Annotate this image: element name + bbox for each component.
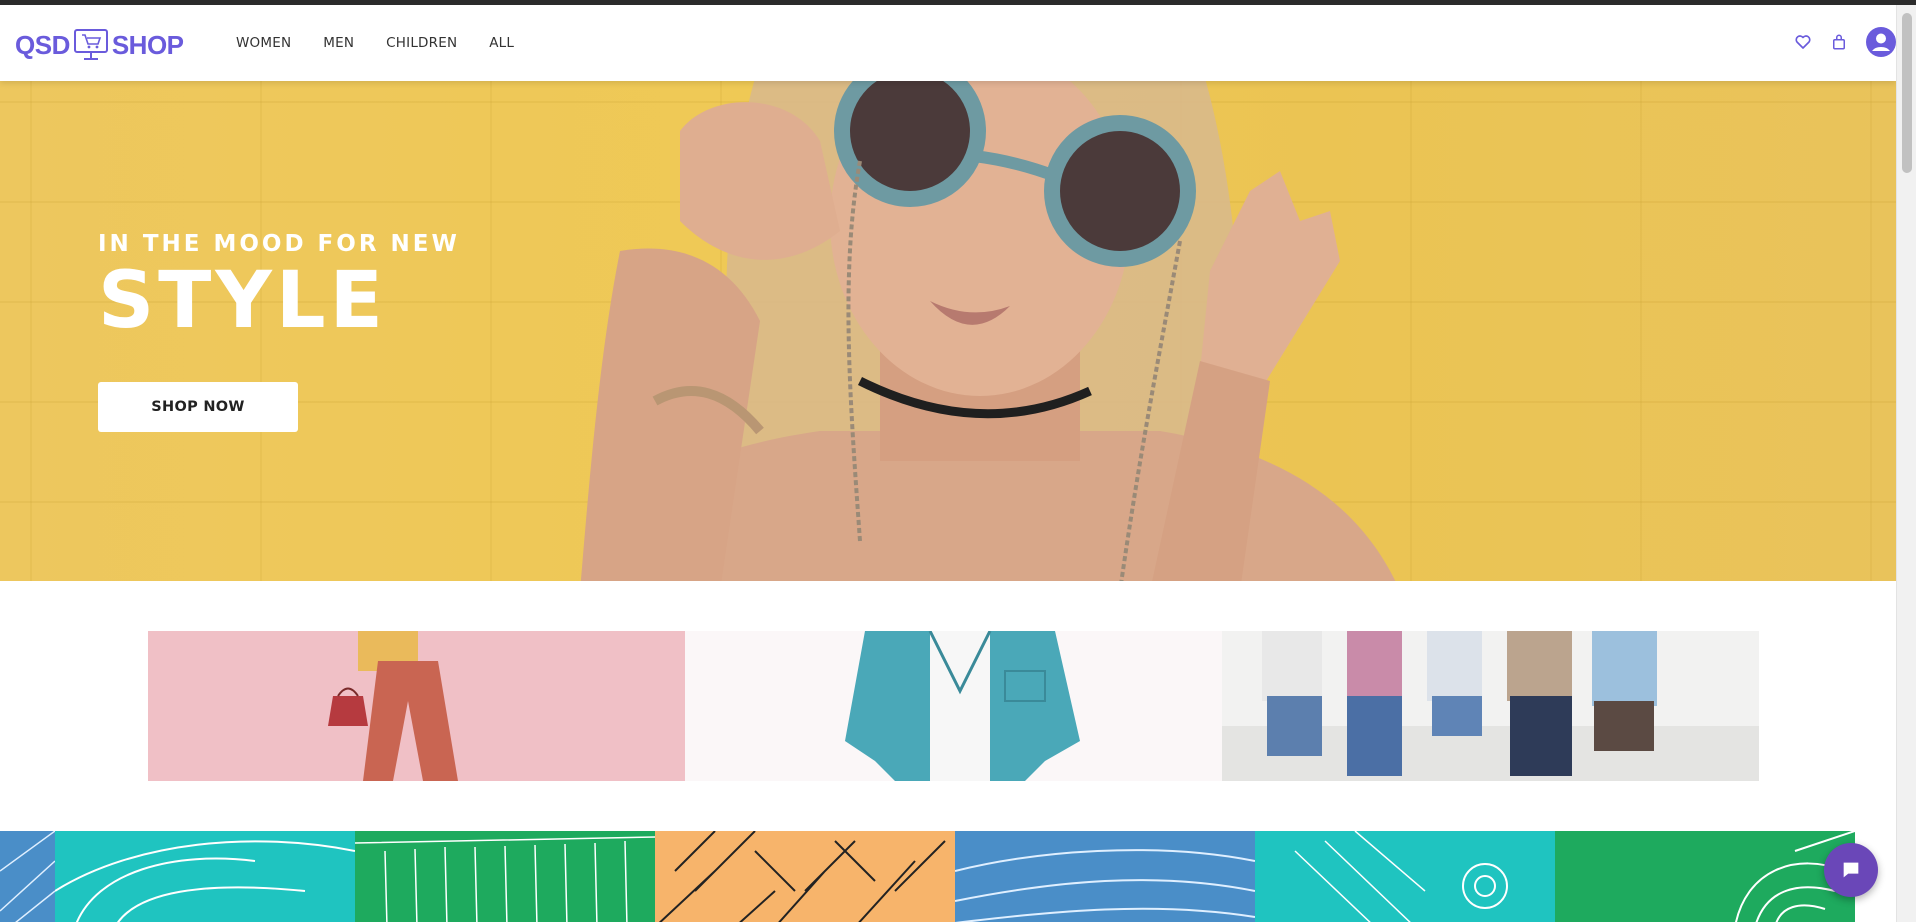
pattern-tile — [0, 831, 55, 922]
user-avatar-icon[interactable] — [1866, 27, 1896, 57]
nav-women[interactable]: WOMEN — [236, 35, 291, 51]
shopping-bag-icon[interactable] — [1830, 33, 1848, 51]
main-nav: WOMEN MEN CHILDREN ALL — [236, 35, 546, 51]
header-icons — [1776, 27, 1896, 57]
hero-model-image — [580, 81, 1396, 581]
chat-bubble-icon — [1843, 862, 1859, 878]
nav-children[interactable]: CHILDREN — [386, 35, 457, 51]
children-category-image — [1222, 631, 1759, 781]
pattern-tile — [55, 831, 355, 922]
site-header: QSD SHOP WOMEN MEN CHILDREN ALL — [0, 5, 1896, 81]
chat-button[interactable] — [1824, 843, 1878, 897]
men-category-image — [845, 631, 1080, 781]
hero-banner: IN THE MOOD FOR NEW STYLE SHOP NOW — [0, 81, 1896, 581]
vertical-scrollbar[interactable] — [1896, 5, 1916, 922]
pattern-tile — [355, 831, 655, 922]
category-card-children[interactable] — [1222, 631, 1759, 781]
category-cards — [148, 631, 1760, 781]
site-logo[interactable]: QSD SHOP — [15, 25, 184, 65]
hero-text: IN THE MOOD FOR NEW STYLE — [98, 231, 460, 343]
logo-text-left: QSD — [15, 29, 70, 60]
nav-men[interactable]: MEN — [323, 35, 354, 51]
logo-text-right: SHOP — [111, 29, 184, 60]
pattern-tile — [1555, 831, 1855, 922]
pattern-tile — [1255, 831, 1555, 922]
women-category-image — [328, 631, 458, 781]
pattern-tile — [655, 831, 955, 922]
nav-all[interactable]: ALL — [489, 35, 514, 51]
scrollbar-thumb[interactable] — [1902, 13, 1912, 173]
hero-subtitle: IN THE MOOD FOR NEW — [98, 231, 460, 257]
page: QSD SHOP WOMEN MEN CHILDREN ALL IN THE M… — [0, 5, 1896, 922]
monitor-cart-icon — [73, 29, 108, 60]
pattern-tile — [955, 831, 1255, 922]
shop-now-button[interactable]: SHOP NOW — [98, 382, 298, 432]
hero-title: STYLE — [98, 256, 387, 346]
category-card-women[interactable] — [148, 631, 685, 781]
category-card-men[interactable] — [685, 631, 1222, 781]
heart-icon[interactable] — [1794, 33, 1812, 51]
pattern-banner — [0, 831, 1896, 922]
